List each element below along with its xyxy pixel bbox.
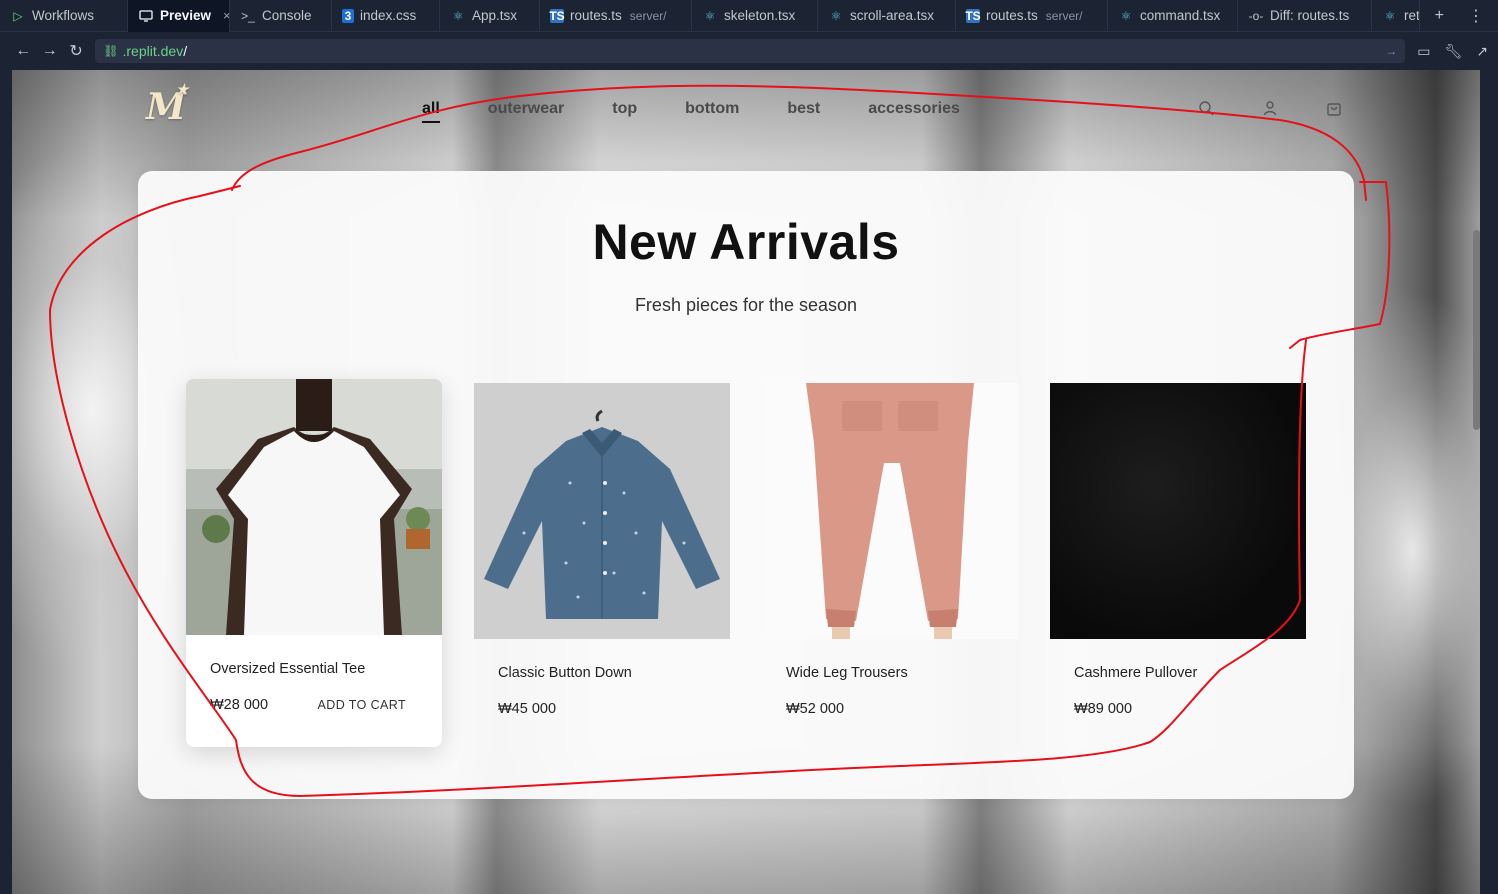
add-to-cart-button[interactable]: ADD TO CART (318, 698, 406, 712)
category-nav: all outerwear top bottom best accessorie… (422, 100, 960, 123)
tab-scroll-area-tsx[interactable]: ⚛ scroll-area.tsx (818, 0, 956, 32)
devtools-wrench-icon[interactable]: 🔧︎ (1445, 43, 1463, 60)
ide-tab-bar: ▷ Workflows Preview × >_ Console 3 index… (0, 0, 1498, 32)
devices-icon[interactable]: ▭ (1417, 43, 1430, 60)
product-card[interactable]: Classic Button Down ₩45 000 (474, 383, 730, 723)
product-price: ₩89 000 (1074, 701, 1133, 717)
react-file-icon: ⚛ (1384, 8, 1396, 23)
reload-icon[interactable]: ↻ (63, 41, 89, 61)
terminal-icon: >_ (241, 8, 255, 23)
star-icon: ★ (176, 82, 189, 98)
product-name[interactable]: Cashmere Pullover (1074, 665, 1197, 681)
product-price: ₩45 000 (498, 701, 557, 717)
css-file-icon: 3 (342, 8, 354, 23)
tab-workflows[interactable]: ▷ Workflows (0, 0, 128, 32)
ts-file-icon: TS (549, 8, 565, 23)
product-price: ₩28 000 (210, 697, 269, 713)
site-header: M ★ all outerwear top bottom best accesso… (12, 70, 1480, 150)
nav-bottom[interactable]: bottom (685, 100, 739, 123)
open-new-window-icon[interactable]: ↗ (1476, 43, 1488, 60)
shopping-bag-icon[interactable] (1326, 100, 1342, 116)
product-name[interactable]: Classic Button Down (498, 665, 632, 681)
more-options-icon[interactable]: ⋮ (1468, 6, 1484, 26)
nav-all[interactable]: all (422, 100, 440, 123)
tab-skeleton-tsx[interactable]: ⚛ skeleton.tsx (692, 0, 818, 32)
section-title: New Arrivals (592, 214, 900, 270)
address-bar: ← → ↻ ⛓ .replit.dev / → ▭ 🔧︎ ↗ (0, 33, 1498, 69)
product-image-tee[interactable] (186, 379, 442, 635)
tab-diff-routes[interactable]: -o- Diff: routes.ts (1238, 0, 1372, 32)
tab-index-css[interactable]: 3 index.css (332, 0, 440, 32)
section-subtitle: Fresh pieces for the season (634, 295, 858, 315)
tab-app-tsx[interactable]: ⚛ App.tsx (440, 0, 540, 32)
nav-outerwear[interactable]: outerwear (488, 100, 564, 123)
tab-routes-ts-2[interactable]: TS routes.ts server/ (956, 0, 1108, 32)
nav-top[interactable]: top (612, 100, 637, 123)
react-file-icon: ⚛ (704, 8, 716, 23)
preview-viewport: M ★ all outerwear top bottom best accesso… (12, 70, 1480, 894)
ts-file-icon: TS (965, 8, 981, 23)
new-arrivals-section: New Arrivals Fresh pieces for the season… (138, 171, 1354, 799)
link-icon: ⛓ (103, 44, 119, 58)
nav-accessories[interactable]: accessories (868, 100, 960, 123)
product-price: ₩52 000 (786, 701, 845, 717)
add-tab-icon[interactable]: + (1435, 7, 1444, 25)
product-image-trousers[interactable] (762, 383, 1018, 639)
url-input[interactable]: ⛓ .replit.dev / → (95, 39, 1406, 63)
react-file-icon: ⚛ (452, 8, 464, 23)
diff-icon: -o- (1248, 8, 1264, 23)
search-icon[interactable] (1198, 100, 1214, 116)
nav-best[interactable]: best (787, 100, 820, 123)
back-arrow-icon[interactable]: ← (10, 42, 36, 60)
tab-truncated[interactable]: ⚛ ret (1372, 0, 1420, 32)
product-card[interactable]: Oversized Essential Tee ₩28 000 ADD TO C… (186, 379, 442, 747)
tab-command-tsx[interactable]: ⚛ command.tsx (1108, 0, 1238, 32)
product-card[interactable]: Cashmere Pullover ₩89 000 (1050, 383, 1306, 723)
close-tab-icon[interactable]: × (223, 8, 229, 23)
tab-preview[interactable]: Preview × (128, 0, 230, 32)
run-icon: ▷ (13, 8, 23, 23)
user-icon[interactable] (1262, 100, 1278, 116)
scrollbar[interactable] (1473, 230, 1480, 430)
go-arrow-icon[interactable]: → (1385, 44, 1397, 58)
forward-arrow-icon[interactable]: → (36, 42, 62, 60)
tab-console[interactable]: >_ Console (230, 0, 332, 32)
product-image-shirt[interactable] (474, 383, 730, 639)
react-file-icon: ⚛ (830, 8, 842, 23)
monitor-icon (138, 8, 154, 24)
product-name[interactable]: Oversized Essential Tee (210, 661, 365, 677)
product-image-pullover[interactable] (1050, 383, 1306, 639)
product-card[interactable]: Wide Leg Trousers ₩52 000 (762, 383, 1018, 723)
react-file-icon: ⚛ (1120, 8, 1132, 23)
tab-routes-ts[interactable]: TS routes.ts server/ (540, 0, 692, 32)
site-logo[interactable]: M ★ (146, 82, 189, 128)
product-name[interactable]: Wide Leg Trousers (786, 665, 908, 681)
